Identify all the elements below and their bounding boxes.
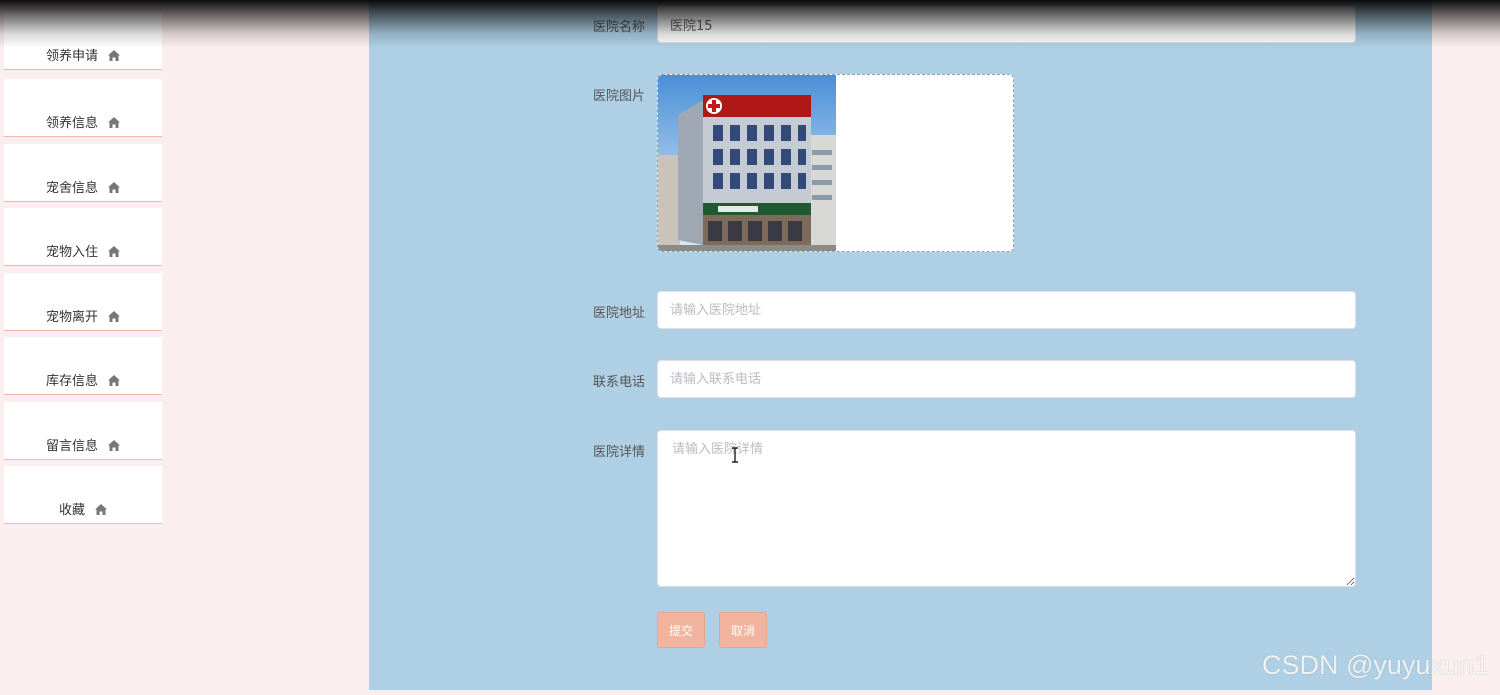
- sidebar-item-adoption-apply[interactable]: 领养申请: [4, 12, 162, 70]
- sidebar-item-label: 收藏: [58, 503, 85, 518]
- home-icon: [108, 50, 120, 61]
- sidebar-item-pet-checkin[interactable]: 宠物入住: [4, 208, 162, 266]
- sidebar-item-label: 宠物入住: [45, 245, 98, 260]
- home-icon: [108, 311, 120, 322]
- sidebar-item-messages[interactable]: 留言信息: [4, 402, 162, 460]
- home-icon: [108, 375, 120, 386]
- sidebar-item-inventory[interactable]: 库存信息: [4, 337, 162, 395]
- hospital-building-image: [658, 75, 836, 251]
- home-icon: [108, 246, 120, 257]
- sidebar-item-adoption-info[interactable]: 领养信息: [4, 79, 162, 137]
- sidebar-item-pet-checkout[interactable]: 宠物离开: [4, 273, 162, 331]
- text-cursor-icon: [732, 447, 738, 463]
- sidebar-item-kennel-info[interactable]: 宠舍信息: [4, 144, 162, 202]
- hospital-address-label: 医院地址: [592, 306, 645, 321]
- sidebar-item-label: 宠物离开: [45, 310, 98, 325]
- submit-button[interactable]: 提交: [657, 612, 705, 648]
- home-icon: [108, 182, 120, 193]
- contact-phone-input[interactable]: [657, 360, 1356, 398]
- sidebar-item-label: 领养申请: [45, 49, 98, 64]
- home-icon: [108, 117, 120, 128]
- home-icon: [108, 440, 120, 451]
- sidebar-item-label: 库存信息: [45, 374, 98, 389]
- hospital-address-input[interactable]: [657, 291, 1356, 329]
- hospital-name-input[interactable]: [657, 5, 1356, 43]
- home-icon: [95, 504, 107, 515]
- hospital-image-label: 医院图片: [592, 89, 645, 104]
- sidebar-item-label: 领养信息: [45, 116, 98, 131]
- contact-phone-label: 联系电话: [592, 375, 645, 390]
- sidebar-item-label: 留言信息: [45, 439, 98, 454]
- hospital-name-label: 医院名称: [592, 20, 645, 35]
- hospital-details-label: 医院详情: [592, 445, 645, 460]
- watermark: CSDN @yuyuxun1: [1262, 650, 1489, 680]
- image-uploader[interactable]: [657, 74, 1014, 252]
- sidebar-item-label: 宠舍信息: [45, 181, 98, 196]
- cancel-button[interactable]: 取消: [719, 612, 767, 648]
- sidebar-item-favorites[interactable]: 收藏: [4, 466, 162, 524]
- hospital-details-textarea[interactable]: [657, 430, 1356, 587]
